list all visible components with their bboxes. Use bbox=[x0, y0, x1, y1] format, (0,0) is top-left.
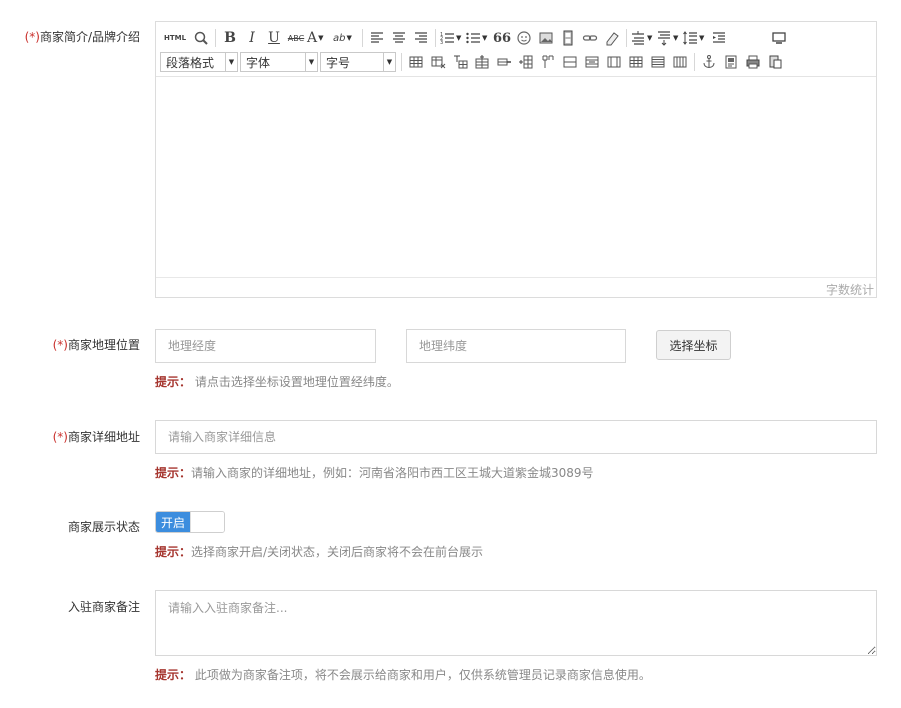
chevron-down-icon: ▼ bbox=[699, 34, 705, 42]
chevron-down-icon: ▼ bbox=[346, 34, 352, 42]
merge-right-icon[interactable] bbox=[581, 51, 603, 73]
latitude-input[interactable] bbox=[406, 329, 626, 363]
merge-down-icon[interactable] bbox=[603, 51, 625, 73]
toggle-on-label: 开启 bbox=[156, 512, 190, 532]
remark-textarea[interactable] bbox=[155, 590, 877, 656]
toolbar-row-1: HTML B I U ABC A ▼ ab ▼ 1 2 3 ▼ ▼ 66 ▼ ▼ ▼ bbox=[160, 26, 790, 50]
video-icon[interactable] bbox=[557, 27, 579, 49]
editor-footer: 字数统计 bbox=[156, 277, 876, 297]
highlight-color-button[interactable]: ab ▼ bbox=[333, 27, 359, 49]
toolbar-separator bbox=[362, 29, 363, 47]
required-mark: (*) bbox=[52, 338, 68, 352]
delete-row-icon[interactable] bbox=[493, 51, 515, 73]
hint-prefix: 提示： bbox=[155, 375, 192, 389]
merge-cells-icon[interactable] bbox=[559, 51, 581, 73]
toolbar-separator bbox=[435, 29, 436, 47]
italic-button[interactable]: I bbox=[241, 27, 263, 49]
insert-column-icon[interactable] bbox=[515, 51, 537, 73]
chevron-down-icon: ▼ bbox=[647, 34, 653, 42]
emoji-icon[interactable] bbox=[513, 27, 535, 49]
brand-intro-label: (*)商家简介/品牌介绍 bbox=[24, 30, 140, 44]
hint-prefix: 提示： bbox=[155, 668, 192, 682]
font-color-button[interactable]: A ▼ bbox=[307, 27, 333, 49]
address-input[interactable] bbox=[155, 420, 877, 454]
split-to-rows-icon[interactable] bbox=[647, 51, 669, 73]
insert-paragraph-before-table-icon[interactable] bbox=[449, 51, 471, 73]
longitude-input[interactable] bbox=[155, 329, 376, 363]
chevron-down-icon: ▼ bbox=[225, 53, 237, 71]
underline-button[interactable]: U bbox=[263, 27, 285, 49]
link-icon[interactable] bbox=[579, 27, 601, 49]
toolbar-row-2: 段落格式 ▼ 字体 ▼ 字号 ▼ bbox=[160, 50, 786, 74]
ordered-list-icon[interactable]: 1 2 3 ▼ bbox=[439, 27, 465, 49]
print-icon[interactable] bbox=[742, 51, 764, 73]
line-height-icon[interactable]: ▼ bbox=[682, 27, 708, 49]
required-mark: (*) bbox=[24, 30, 40, 44]
location-hint: 提示： 请点击选择坐标设置地理位置经纬度。 bbox=[155, 375, 399, 389]
chevron-down-icon: ▼ bbox=[318, 34, 324, 42]
indent-icon[interactable] bbox=[708, 27, 730, 49]
choose-coordinates-button[interactable]: 选择坐标 bbox=[656, 330, 731, 360]
paste-plain-icon[interactable] bbox=[764, 51, 786, 73]
location-label: (*)商家地理位置 bbox=[52, 338, 140, 352]
template-icon[interactable] bbox=[720, 51, 742, 73]
insert-table-icon[interactable] bbox=[405, 51, 427, 73]
insert-row-icon[interactable] bbox=[471, 51, 493, 73]
remark-label: 入驻商家备注 bbox=[67, 600, 140, 614]
display-status-hint: 提示：选择商家开启/关闭状态，关闭后商家将不会在前台展示 bbox=[155, 545, 484, 559]
align-right-icon[interactable] bbox=[410, 27, 432, 49]
address-hint: 提示：请输入商家的详细地址，例如：河南省洛阳市西工区王城大道紫金城3089号 bbox=[155, 466, 594, 480]
delete-table-icon[interactable] bbox=[427, 51, 449, 73]
remark-hint: 提示： 此项做为商家备注项，将不会展示给商家和用户，仅供系统管理员记录商家信息使… bbox=[155, 668, 651, 682]
toolbar-separator bbox=[215, 29, 216, 47]
align-center-icon[interactable] bbox=[388, 27, 410, 49]
preview-icon[interactable] bbox=[190, 27, 212, 49]
font-family-select[interactable]: 字体 ▼ bbox=[240, 52, 318, 72]
required-mark: (*) bbox=[52, 430, 68, 444]
address-label: (*)商家详细地址 bbox=[52, 430, 140, 444]
align-left-icon[interactable] bbox=[366, 27, 388, 49]
strikethrough-button[interactable]: ABC bbox=[285, 27, 307, 49]
rich-text-editor: HTML B I U ABC A ▼ ab ▼ 1 2 3 ▼ ▼ 66 ▼ ▼ ▼ bbox=[155, 21, 877, 298]
display-status-label: 商家展示状态 bbox=[67, 520, 140, 534]
delete-column-icon[interactable] bbox=[537, 51, 559, 73]
image-icon[interactable] bbox=[535, 27, 557, 49]
hint-prefix: 提示： bbox=[155, 545, 192, 559]
split-to-cols-icon[interactable] bbox=[669, 51, 691, 73]
hint-prefix: 提示： bbox=[155, 466, 192, 480]
bold-button[interactable]: B bbox=[219, 27, 241, 49]
editor-content-area[interactable] bbox=[156, 77, 876, 278]
paragraph-format-select[interactable]: 段落格式 ▼ bbox=[160, 52, 238, 72]
word-count-label: 字数统计 bbox=[825, 283, 874, 297]
fullscreen-icon[interactable] bbox=[768, 27, 790, 49]
row-spacing-bottom-icon[interactable]: ▼ bbox=[656, 27, 682, 49]
html-source-button[interactable]: HTML bbox=[160, 27, 190, 49]
eraser-icon[interactable] bbox=[601, 27, 623, 49]
toolbar-separator bbox=[694, 53, 695, 71]
anchor-icon[interactable] bbox=[698, 51, 720, 73]
svg-text:3: 3 bbox=[440, 40, 443, 46]
quote-icon[interactable]: 66 bbox=[491, 27, 513, 49]
split-to-cells-icon[interactable] bbox=[625, 51, 647, 73]
unordered-list-icon[interactable]: ▼ bbox=[465, 27, 491, 49]
row-spacing-top-icon[interactable]: ▼ bbox=[630, 27, 656, 49]
toolbar-separator bbox=[401, 53, 402, 71]
chevron-down-icon: ▼ bbox=[383, 53, 395, 71]
chevron-down-icon: ▼ bbox=[305, 53, 317, 71]
editor-toolbar: HTML B I U ABC A ▼ ab ▼ 1 2 3 ▼ ▼ 66 ▼ ▼ ▼ bbox=[156, 22, 876, 77]
toggle-knob bbox=[190, 512, 224, 532]
chevron-down-icon: ▼ bbox=[673, 34, 679, 42]
display-status-toggle[interactable]: 开启 bbox=[155, 511, 225, 533]
toolbar-separator bbox=[626, 29, 627, 47]
chevron-down-icon: ▼ bbox=[456, 34, 462, 42]
chevron-down-icon: ▼ bbox=[482, 34, 488, 42]
font-size-select[interactable]: 字号 ▼ bbox=[320, 52, 396, 72]
